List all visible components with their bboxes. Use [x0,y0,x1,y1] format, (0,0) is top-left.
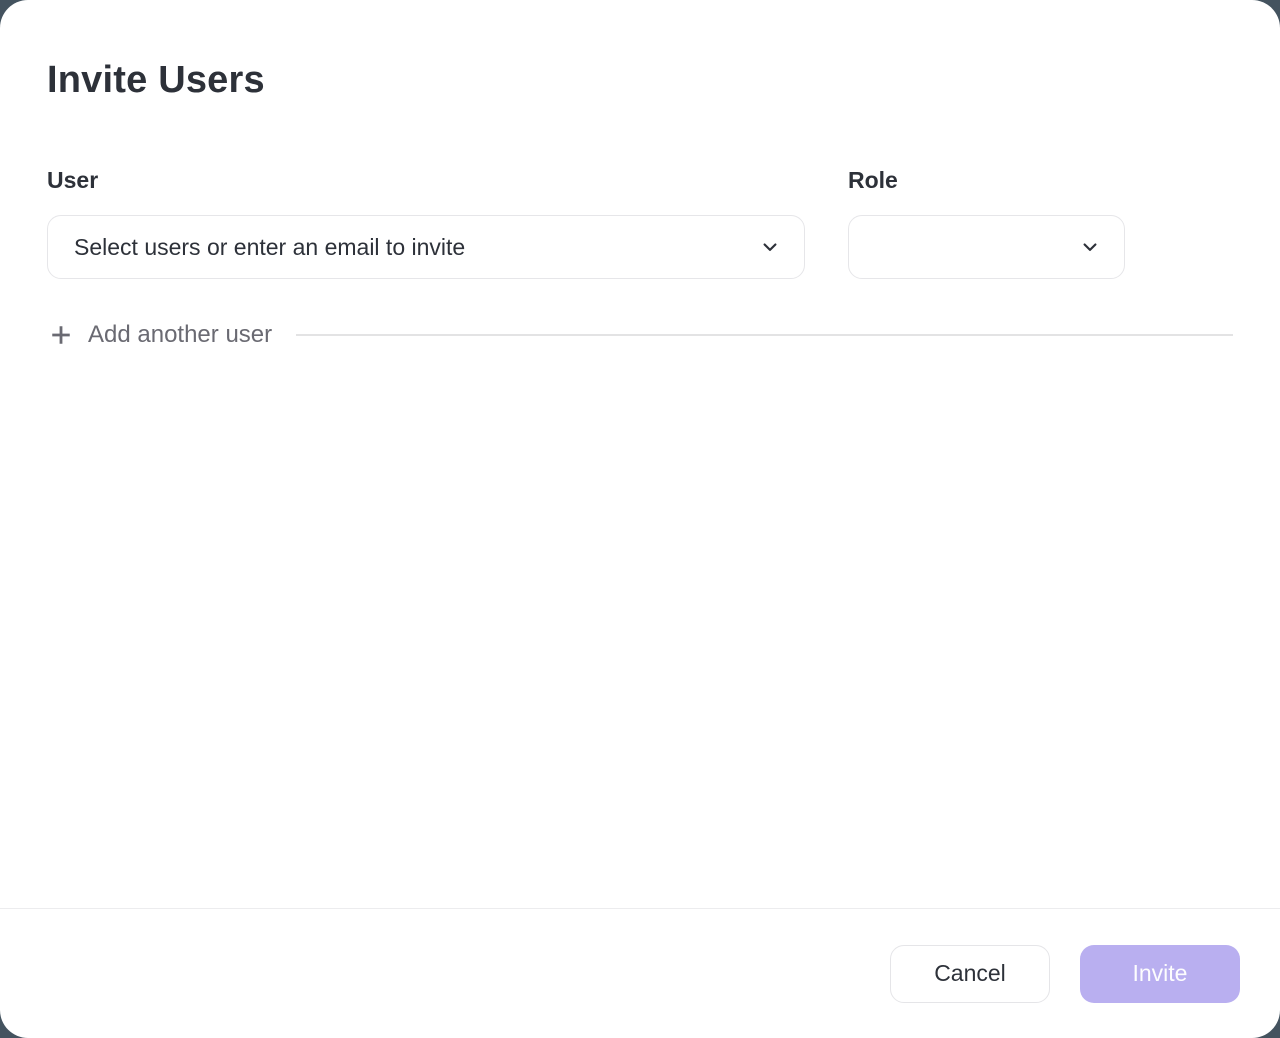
user-field: User Select users or enter an email to i… [47,166,805,279]
role-field: Role [848,166,1125,279]
dialog-title: Invite Users [47,56,1233,104]
dialog-body: Invite Users User Select users or enter … [0,0,1280,908]
add-another-user-label: Add another user [88,320,272,350]
add-user-divider [296,334,1233,336]
user-select-placeholder: Select users or enter an email to invite [74,234,760,261]
invite-form-row: User Select users or enter an email to i… [47,166,1233,279]
add-another-user-button[interactable]: Add another user [47,320,272,350]
chevron-down-icon [760,237,780,257]
add-user-row: Add another user [47,320,1233,350]
cancel-button[interactable]: Cancel [890,945,1050,1003]
invite-users-dialog: Invite Users User Select users or enter … [0,0,1280,1038]
role-field-label: Role [848,166,1125,194]
user-field-label: User [47,166,805,194]
role-select[interactable] [848,215,1125,279]
user-select[interactable]: Select users or enter an email to invite [47,215,805,279]
plus-icon [47,321,75,349]
invite-button[interactable]: Invite [1080,945,1240,1003]
dialog-footer: Cancel Invite [0,908,1280,1038]
chevron-down-icon [1080,237,1100,257]
